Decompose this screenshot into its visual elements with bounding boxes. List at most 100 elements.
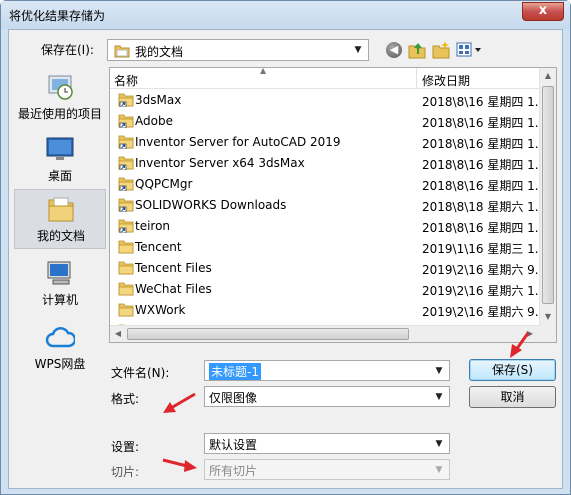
folder-icon xyxy=(118,282,134,296)
file-name: WXWork xyxy=(135,303,186,317)
list-item[interactable]: WXWork 2019\2\16 星期六 9... xyxy=(110,300,546,321)
file-list[interactable]: ▲ 名称 修改日期 3dsMax 2018\8\16 星期四 1... Adobe 2… xyxy=(109,67,557,343)
filename-value[interactable]: 未标题-1 xyxy=(209,363,261,380)
scroll-up-icon[interactable]: ▲ xyxy=(540,68,556,84)
cancel-button[interactable]: 取消 xyxy=(469,386,556,408)
file-date: 2018\8\16 星期四 1... xyxy=(422,137,547,151)
dialog-body: 保存在(I): 我的文档 ▼ ◀ 最近使用的项目 桌面 我的文档 计算机 WPS… xyxy=(8,29,563,489)
file-date: 2019\2\16 星期六 9... xyxy=(422,305,547,319)
annotation-arrow-icon xyxy=(162,458,197,472)
place-label: 我的文档 xyxy=(36,229,85,243)
horizontal-scrollbar[interactable]: ◀ ▶ xyxy=(110,325,540,342)
window-title: 将优化结果存储为 xyxy=(9,9,106,23)
file-name: Inventor Server x64 3dsMax xyxy=(135,156,305,170)
file-name: QQPCMgr xyxy=(135,177,193,191)
chevron-down-icon[interactable]: ▼ xyxy=(431,436,447,452)
slices-dropdown: 所有切片 ▼ xyxy=(204,459,450,480)
back-arrow-icon: ◀ xyxy=(389,43,399,56)
list-item[interactable]: QQPCMgr 2018\8\16 星期四 1... xyxy=(110,174,546,195)
file-name: Adobe xyxy=(135,114,173,128)
place-label: WPS网盘 xyxy=(34,357,86,371)
file-date: 2019\1\16 星期三 1... xyxy=(422,242,547,256)
file-name: 3dsMax xyxy=(135,93,182,107)
file-date: 2018\8\16 星期四 1... xyxy=(422,179,547,193)
chevron-down-icon[interactable]: ▼ xyxy=(350,42,366,58)
folder-icon xyxy=(118,114,134,128)
file-date: 2019\2\16 星期六 9... xyxy=(422,263,547,277)
list-item[interactable]: Adobe 2018\8\16 星期四 1... xyxy=(110,111,546,132)
file-date: 2018\8\16 星期四 1... xyxy=(422,158,547,172)
list-item[interactable]: 3dsMax 2018\8\16 星期四 1... xyxy=(110,90,546,111)
place-recent[interactable]: 最近使用的项目 xyxy=(14,68,106,126)
back-button[interactable]: ◀ xyxy=(386,42,402,58)
column-header-date[interactable]: 修改日期 xyxy=(422,72,470,89)
chevron-down-icon[interactable]: ▼ xyxy=(431,389,447,405)
folder-icon xyxy=(118,240,134,254)
column-divider[interactable] xyxy=(416,68,417,89)
places-bar: 最近使用的项目 桌面 我的文档 计算机 WPS网盘 xyxy=(14,68,106,398)
file-name: Tencent Files xyxy=(135,261,212,275)
filename-input[interactable]: 未标题-1 ▼ xyxy=(204,360,450,381)
file-date: 2018\8\18 星期六 1... xyxy=(422,200,547,214)
file-rows: 3dsMax 2018\8\16 星期四 1... Adobe 2018\8\16 星… xyxy=(110,90,546,342)
place-desktop[interactable]: 桌面 xyxy=(14,130,106,188)
computer-icon xyxy=(47,261,71,285)
folder-icon xyxy=(118,135,134,149)
file-date: 2018\8\16 星期四 1... xyxy=(422,95,547,109)
chevron-down-icon: ▼ xyxy=(435,465,443,475)
chevron-down-icon[interactable]: ▼ xyxy=(431,363,447,379)
scroll-down-icon[interactable]: ▼ xyxy=(540,309,556,325)
place-my-documents[interactable]: 我的文档 xyxy=(14,189,106,249)
save-button[interactable]: 保存(S) xyxy=(469,359,556,381)
list-header: ▲ 名称 修改日期 xyxy=(110,68,540,89)
settings-value: 默认设置 xyxy=(209,438,258,452)
title-bar: 将优化结果存储为 x xyxy=(1,1,570,29)
view-menu-icon[interactable] xyxy=(455,40,483,60)
file-date: 2018\8\16 星期四 1... xyxy=(422,116,547,130)
list-item[interactable]: teiron 2018\8\16 星期四 1... xyxy=(110,216,546,237)
list-item[interactable]: Tencent Files 2019\2\16 星期六 9... xyxy=(110,258,546,279)
format-value: 仅限图像 xyxy=(209,391,258,405)
folder-icon xyxy=(118,198,134,212)
folder-icon xyxy=(118,177,134,191)
folder-icon xyxy=(118,303,134,317)
recent-items-icon xyxy=(48,75,73,100)
slices-value: 所有切片 xyxy=(209,464,258,478)
folder-icon xyxy=(118,219,134,233)
save-dialog: 将优化结果存储为 x 保存在(I): 我的文档 ▼ ◀ 最近使用的项目 桌面 我… xyxy=(0,0,571,495)
annotation-arrow-icon xyxy=(510,332,530,358)
list-item[interactable]: Tencent 2019\1\16 星期三 1... xyxy=(110,237,546,258)
format-dropdown[interactable]: 仅限图像 ▼ xyxy=(204,386,450,407)
place-computer[interactable]: 计算机 xyxy=(14,254,106,312)
place-wps-cloud[interactable]: WPS网盘 xyxy=(14,318,106,376)
file-name: WeChat Files xyxy=(135,282,212,296)
annotation-arrow-icon xyxy=(163,392,196,413)
vertical-scrollbar[interactable]: ▲ ▼ xyxy=(539,68,556,342)
file-name: Tencent xyxy=(135,240,182,254)
save-in-value: 我的文档 xyxy=(135,45,184,59)
list-item[interactable]: Inventor Server for AutoCAD 2019 2018\8\1… xyxy=(110,132,546,153)
list-item[interactable]: Inventor Server x64 3dsMax 2018\8\16 星期四 … xyxy=(110,153,546,174)
scroll-thumb[interactable] xyxy=(127,328,409,340)
new-folder-icon[interactable] xyxy=(431,40,451,60)
file-name: teiron xyxy=(135,219,171,233)
filename-label: 文件名(N): xyxy=(111,366,170,380)
cloud-icon xyxy=(45,327,75,348)
folder-icon xyxy=(114,45,130,58)
close-button[interactable]: x xyxy=(522,2,564,21)
list-item[interactable]: WeChat Files 2019\2\16 星期六 1... xyxy=(110,279,546,300)
file-name: SOLIDWORKS Downloads xyxy=(135,198,287,212)
settings-dropdown[interactable]: 默认设置 ▼ xyxy=(204,433,450,454)
sort-ascending-icon: ▲ xyxy=(260,67,267,75)
my-documents-icon xyxy=(48,197,74,222)
file-name: Inventor Server for AutoCAD 2019 xyxy=(135,135,341,149)
place-label: 计算机 xyxy=(41,293,78,307)
up-folder-icon[interactable] xyxy=(407,40,427,60)
save-in-dropdown[interactable]: 我的文档 ▼ xyxy=(107,39,369,61)
folder-icon xyxy=(118,156,134,170)
column-header-name[interactable]: 名称 xyxy=(114,72,138,89)
format-label: 格式: xyxy=(111,392,140,406)
list-item[interactable]: SOLIDWORKS Downloads 2018\8\18 星期六 1... xyxy=(110,195,546,216)
scroll-thumb[interactable] xyxy=(542,86,554,304)
scroll-left-icon[interactable]: ◀ xyxy=(110,326,126,342)
